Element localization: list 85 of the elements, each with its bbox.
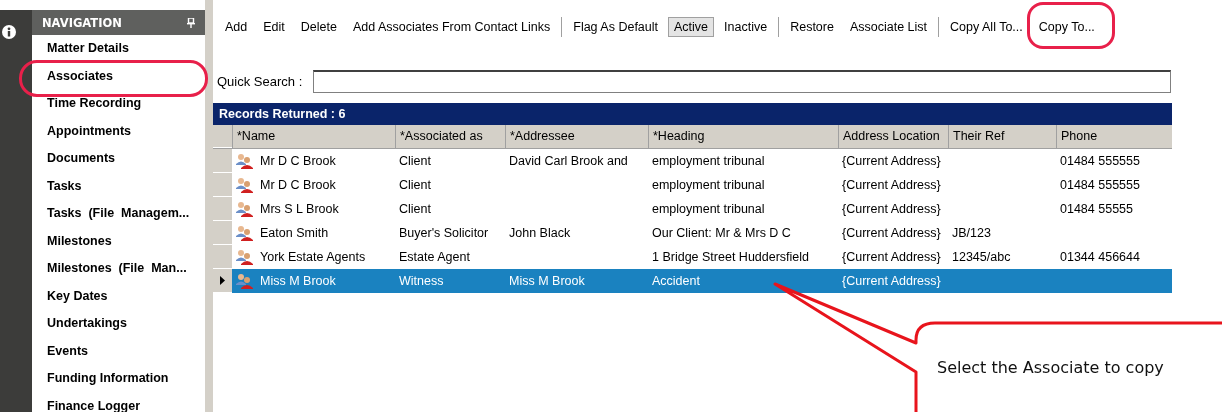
quick-search-label: Quick Search : <box>216 73 304 89</box>
quick-search-field[interactable] <box>313 69 1171 93</box>
table-cell: Miss M Brook <box>260 274 336 288</box>
table-row[interactable]: Mr D C Brook Client David Carl Brook and employment tribunal {Current Address} 01484 555555 <box>213 149 1172 173</box>
people-icon <box>236 249 254 265</box>
nav-item[interactable]: Milestones (File Man... <box>32 255 205 283</box>
records-returned-bar: Records Returned : 6 <box>213 103 1172 125</box>
navigation-title: NAVIGATION <box>42 15 122 30</box>
toolbar-button[interactable]: Add Associates From Contact Links <box>346 17 557 37</box>
table-row[interactable]: Mr D C Brook Client employment tribunal {Current Address} 01484 555555 <box>213 173 1172 197</box>
callout-text: Select the Associate to copy <box>937 358 1164 377</box>
table-cell: {Current Address} <box>842 274 941 288</box>
nav-item[interactable]: Key Dates <box>32 282 205 310</box>
table-cell: Client <box>399 202 431 216</box>
table-cell: Eaton Smith <box>260 226 329 240</box>
nav-item[interactable]: Funding Information <box>32 365 205 393</box>
nav-item[interactable]: Matter Details <box>32 35 205 63</box>
table-cell: 01484 55555 <box>1060 202 1133 216</box>
table-cell: Accident <box>652 274 700 288</box>
people-icon <box>236 201 254 217</box>
table-cell: 12345/abc <box>952 250 1011 264</box>
table-cell: York Estate Agents <box>260 250 366 264</box>
column-header[interactable]: *Associated as <box>395 125 505 148</box>
column-header[interactable]: Phone <box>1056 125 1168 148</box>
people-icon <box>236 153 254 169</box>
people-icon <box>236 225 254 241</box>
table-cell: Buyer's Solicitor <box>399 226 489 240</box>
table-cell: employment tribunal <box>652 178 765 192</box>
nav-item[interactable]: Tasks (File Managem... <box>32 200 205 228</box>
column-header[interactable]: *Heading <box>648 125 838 148</box>
table-cell: Estate Agent <box>399 250 470 264</box>
nav-item[interactable]: Tasks <box>32 172 205 200</box>
table-cell: 01484 555555 <box>1060 154 1140 168</box>
table-cell: 01344 456644 <box>1060 250 1140 264</box>
table-row[interactable]: Eaton Smith Buyer's Solicitor John Black Our Client: Mr & Mrs D C {Current Address} JB/123 <box>213 221 1172 245</box>
table-cell: Client <box>399 154 431 168</box>
toolbar-button[interactable]: Active <box>668 17 715 37</box>
toolbar-button[interactable]: Associate List <box>843 17 934 37</box>
table-cell: {Current Address} <box>842 250 941 264</box>
table-cell: Miss M Brook <box>509 274 585 288</box>
nav-item[interactable]: Documents <box>32 145 205 173</box>
table-row[interactable]: Mrs S L Brook Client employment tribunal {Current Address} 01484 55555 <box>213 197 1172 221</box>
table-cell: employment tribunal <box>652 202 765 216</box>
column-header[interactable]: *Name <box>232 125 395 148</box>
nav-item[interactable]: Time Recording <box>32 90 205 118</box>
nav-item[interactable]: Milestones <box>32 227 205 255</box>
column-header[interactable]: Address Location <box>838 125 948 148</box>
table-cell: employment tribunal <box>652 154 765 168</box>
people-icon <box>236 177 254 193</box>
people-icon <box>236 273 254 289</box>
nav-item[interactable]: Undertakings <box>32 310 205 338</box>
table-cell: John Black <box>509 226 571 240</box>
table-cell: {Current Address} <box>842 154 941 168</box>
toolbar-button[interactable]: Edit <box>257 17 291 37</box>
toolbar-button[interactable]: Copy All To... <box>944 17 1029 37</box>
column-header[interactable]: *Addressee <box>505 125 648 148</box>
table-cell: JB/123 <box>952 226 991 240</box>
info-icon[interactable] <box>2 25 16 39</box>
table-cell: David Carl Brook and <box>509 154 628 168</box>
table-cell: {Current Address} <box>842 226 941 240</box>
pin-icon[interactable] <box>187 17 195 28</box>
table-cell: 1 Bridge Street Huddersfield <box>652 250 810 264</box>
table-row[interactable]: Miss M Brook Witness Miss M Brook Accident {Current Address} <box>213 269 1172 293</box>
table-cell: Mr D C Brook <box>260 178 336 192</box>
toolbar-button[interactable]: Restore <box>784 17 840 37</box>
table-cell: Our Client: Mr & Mrs D C <box>652 226 791 240</box>
table-cell: Client <box>399 178 431 192</box>
row-pointer-icon <box>220 276 225 285</box>
table-cell: Mr D C Brook <box>260 154 336 168</box>
table-cell: Witness <box>399 274 444 288</box>
table-cell: {Current Address} <box>842 178 941 192</box>
nav-item[interactable]: Appointments <box>32 117 205 145</box>
table-cell: 01484 555555 <box>1060 178 1140 192</box>
nav-item[interactable]: Associates <box>32 62 205 90</box>
table-cell: Mrs S L Brook <box>260 202 339 216</box>
toolbar-button[interactable]: Inactive <box>718 17 774 37</box>
table-cell: {Current Address} <box>842 202 941 216</box>
nav-item[interactable]: Finance Logger <box>32 392 205 412</box>
nav-item[interactable]: Events <box>32 337 205 365</box>
column-header[interactable]: Their Ref <box>948 125 1056 148</box>
toolbar-button[interactable]: Flag As Default <box>567 17 664 37</box>
toolbar-button[interactable]: Copy To... <box>1032 17 1101 37</box>
toolbar-button[interactable]: Add <box>219 17 254 37</box>
table-row[interactable]: York Estate Agents Estate Agent 1 Bridge Street Huddersfield {Current Address} 12345/abc 01344 456644 <box>213 245 1172 269</box>
toolbar-button[interactable]: Delete <box>294 17 343 37</box>
